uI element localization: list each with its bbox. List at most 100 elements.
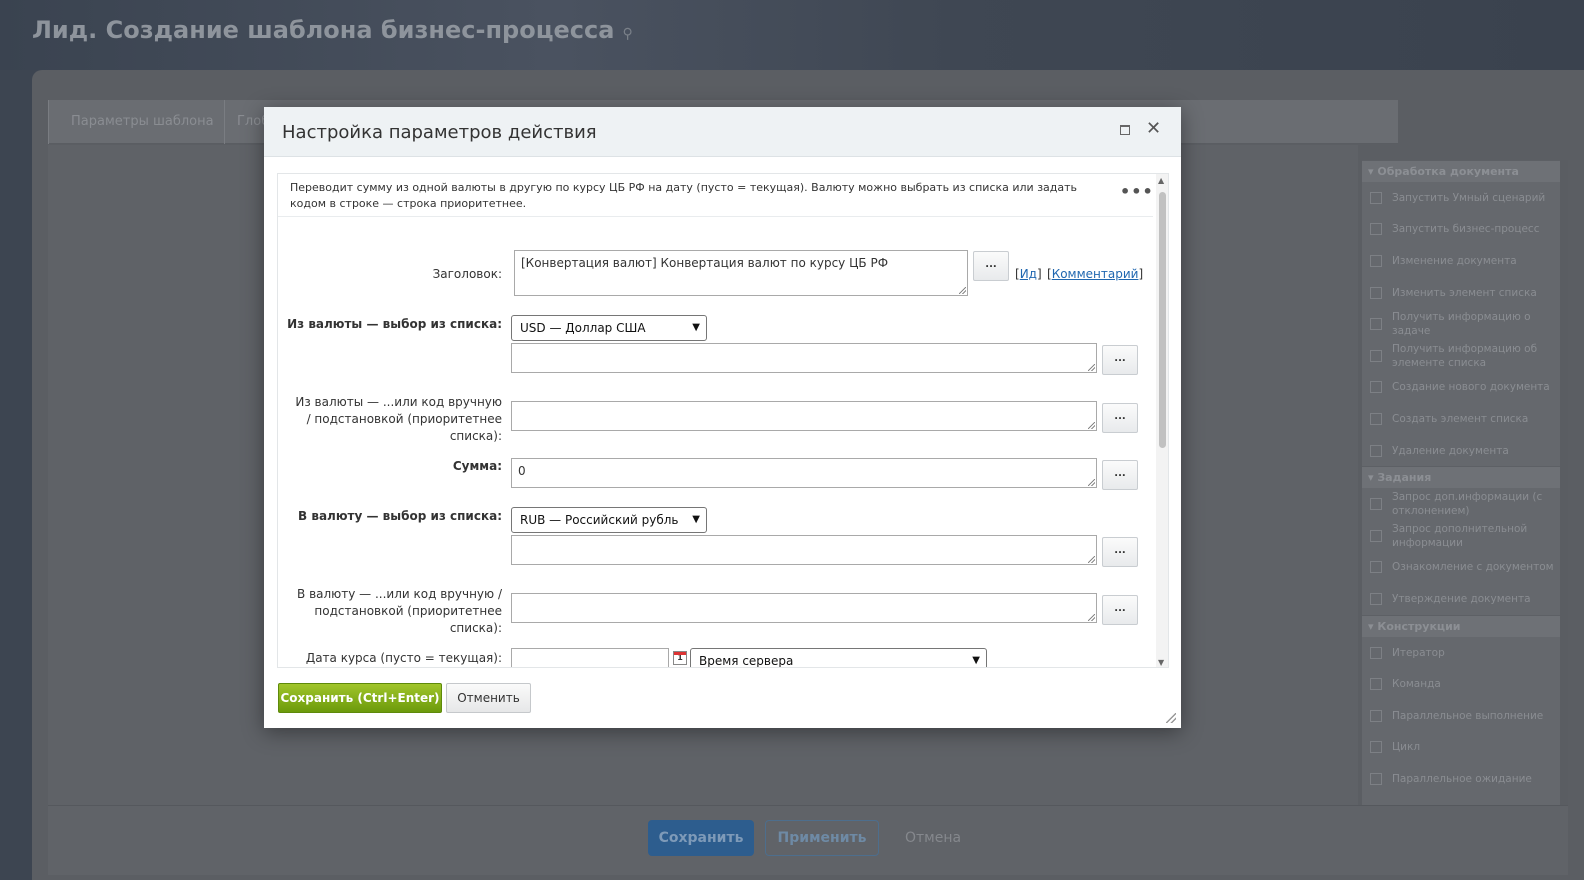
timezone-select[interactable]: Время сервера ▼	[690, 648, 987, 667]
activity-icon	[1370, 349, 1382, 362]
action-settings-dialog: Настройка параметров действия ✕ Переводи…	[264, 107, 1181, 728]
resize-grip-icon[interactable]	[1088, 422, 1095, 429]
scroll-thumb[interactable]	[1159, 192, 1166, 448]
divider	[278, 216, 1153, 217]
to-currency-select[interactable]: RUB — Российский рубль ▼	[511, 507, 707, 533]
resize-grip-icon[interactable]	[1088, 479, 1095, 486]
to-code-insert-button[interactable]: ...	[1102, 595, 1138, 625]
from-list-expression-input[interactable]	[511, 343, 1097, 373]
id-link[interactable]: [Ид]	[1015, 267, 1042, 281]
toolbox-item[interactable]: Запустить бизнес-процесс	[1362, 214, 1560, 246]
scroll-down-icon[interactable]: ▼	[1158, 658, 1164, 667]
toolbox-item[interactable]: Изменить элемент списка	[1362, 277, 1560, 309]
rate-date-label: Дата курса (пусто = текущая):	[305, 651, 502, 665]
title-input[interactable]: [Конвертация валют] Конвертация валют по…	[514, 250, 968, 296]
document-icon	[1370, 381, 1382, 394]
activity-icon	[1370, 223, 1382, 236]
toolbox-item[interactable]: Запустить Умный сценарий	[1362, 182, 1560, 214]
toolbox-group-tasks[interactable]: ▾ Задания	[1362, 466, 1560, 489]
chevron-down-icon: ▼	[692, 514, 700, 525]
rate-date-input[interactable]	[511, 648, 669, 667]
toolbox-item[interactable]: Запрос дополнительной информации	[1362, 520, 1560, 552]
to-code-input[interactable]	[511, 593, 1097, 623]
page-cancel-button[interactable]: Отмена	[905, 820, 961, 856]
loop-icon	[1370, 741, 1382, 754]
resize-grip-icon[interactable]	[1088, 614, 1095, 621]
parallel-icon	[1370, 772, 1382, 785]
toolbox-item[interactable]: Цикл	[1362, 732, 1560, 764]
toolbox-item[interactable]: Получить информацию об элементе списка	[1362, 340, 1560, 372]
title-insert-button[interactable]: ...	[973, 251, 1009, 281]
arrow-right-icon	[1370, 678, 1382, 691]
info-icon	[1370, 561, 1382, 574]
toolbox-item[interactable]: Утверждение документа	[1362, 583, 1560, 615]
activity-icon	[1370, 412, 1382, 425]
page-apply-button[interactable]: Применить	[765, 820, 879, 856]
toolbox-item[interactable]: Удаление документа	[1362, 435, 1560, 467]
action-description: Переводит сумму из одной валюты в другую…	[290, 181, 1078, 210]
from-code-label: Из валюты — ...или код вручную / подстан…	[295, 395, 502, 443]
amount-label: Сумма:	[452, 459, 502, 473]
dialog-header: Настройка параметров действия ✕	[264, 107, 1181, 157]
toolbox-scrollbar[interactable]	[1560, 160, 1568, 805]
resize-grip-icon[interactable]	[959, 287, 966, 294]
tab-global[interactable]: Глоб	[224, 100, 269, 144]
activity-icon	[1370, 191, 1382, 204]
resize-grip-icon[interactable]	[1088, 556, 1095, 563]
from-code-insert-button[interactable]: ...	[1102, 403, 1138, 433]
from-list-label: Из валюты — выбор из списка:	[287, 317, 502, 331]
page-title: Лид. Создание шаблона бизнес-процесса ⚲	[32, 16, 633, 44]
calendar-icon[interactable]: 1	[673, 651, 687, 665]
from-currency-select[interactable]: USD — Доллар США ▼	[511, 315, 707, 341]
toolbox-item[interactable]: Изменение документа	[1362, 245, 1560, 277]
save-button[interactable]: Сохранить (Ctrl+Enter)	[278, 683, 442, 713]
info-icon	[1370, 592, 1382, 605]
toolbox-item[interactable]: Итератор	[1362, 637, 1560, 669]
toolbox-group-constructs[interactable]: ▾ Конструкции	[1362, 614, 1560, 637]
toolbox-group-documents[interactable]: ▾ Обработка документа	[1362, 160, 1560, 182]
edit-icon	[1370, 254, 1382, 267]
parallel-icon	[1370, 709, 1382, 722]
dialog-resize-icon[interactable]	[1166, 713, 1176, 723]
dialog-body: Переводит сумму из одной валюты в другую…	[277, 173, 1169, 668]
dialog-scrollbar[interactable]: ▲ ▼	[1156, 174, 1168, 667]
pin-icon[interactable]: ⚲	[622, 26, 632, 42]
amount-input[interactable]: 0	[511, 458, 1097, 488]
to-list-label: В валюту — выбор из списка:	[298, 509, 502, 523]
maximize-icon[interactable]	[1120, 125, 1130, 135]
toolbox-item[interactable]: Параллельное выполнение	[1362, 700, 1560, 732]
activity-icon	[1370, 286, 1382, 299]
toolbox-item[interactable]: Получить информацию о задаче	[1362, 308, 1560, 340]
toolbox-item[interactable]: Параллельное ожидание	[1362, 763, 1560, 795]
delete-icon	[1370, 444, 1382, 457]
from-list-insert-button[interactable]: ...	[1102, 345, 1138, 375]
close-icon[interactable]: ✕	[1146, 119, 1161, 139]
from-code-input[interactable]	[511, 401, 1097, 431]
activity-icon	[1370, 646, 1382, 659]
chevron-down-icon: ▼	[972, 655, 980, 666]
more-options-icon[interactable]: •••	[1120, 182, 1154, 201]
page-save-button[interactable]: Сохранить	[648, 820, 754, 856]
to-list-insert-button[interactable]: ...	[1102, 537, 1138, 567]
activity-icon	[1370, 318, 1382, 331]
tab-template-params[interactable]: Параметры шаблона	[48, 100, 224, 144]
activity-toolbox: ▾ Обработка документа Запустить Умный сц…	[1362, 160, 1560, 805]
title-input-value: [Конвертация валют] Конвертация валют по…	[521, 256, 889, 270]
toolbox-item[interactable]: Ознакомление с документом	[1362, 552, 1560, 584]
activity-icon	[1370, 529, 1382, 542]
toolbox-item[interactable]: Создать элемент списка	[1362, 403, 1560, 435]
to-list-expression-input[interactable]	[511, 535, 1097, 565]
dialog-title: Настройка параметров действия	[282, 122, 597, 143]
chevron-down-icon: ▼	[692, 322, 700, 333]
scroll-up-icon[interactable]: ▲	[1158, 176, 1164, 185]
cancel-button[interactable]: Отменить	[446, 683, 531, 713]
activity-icon	[1370, 498, 1382, 511]
comment-link[interactable]: [Комментарий]	[1047, 267, 1143, 281]
toolbox-item[interactable]: Запрос доп.информации (с отклонением)	[1362, 488, 1560, 520]
resize-grip-icon[interactable]	[1088, 364, 1095, 371]
to-code-label: В валюту — ...или код вручную / подстано…	[297, 587, 502, 635]
title-label: Заголовок:	[432, 267, 502, 281]
toolbox-item[interactable]: Команда	[1362, 668, 1560, 700]
amount-insert-button[interactable]: ...	[1102, 460, 1138, 490]
toolbox-item[interactable]: Создание нового документа	[1362, 372, 1560, 404]
